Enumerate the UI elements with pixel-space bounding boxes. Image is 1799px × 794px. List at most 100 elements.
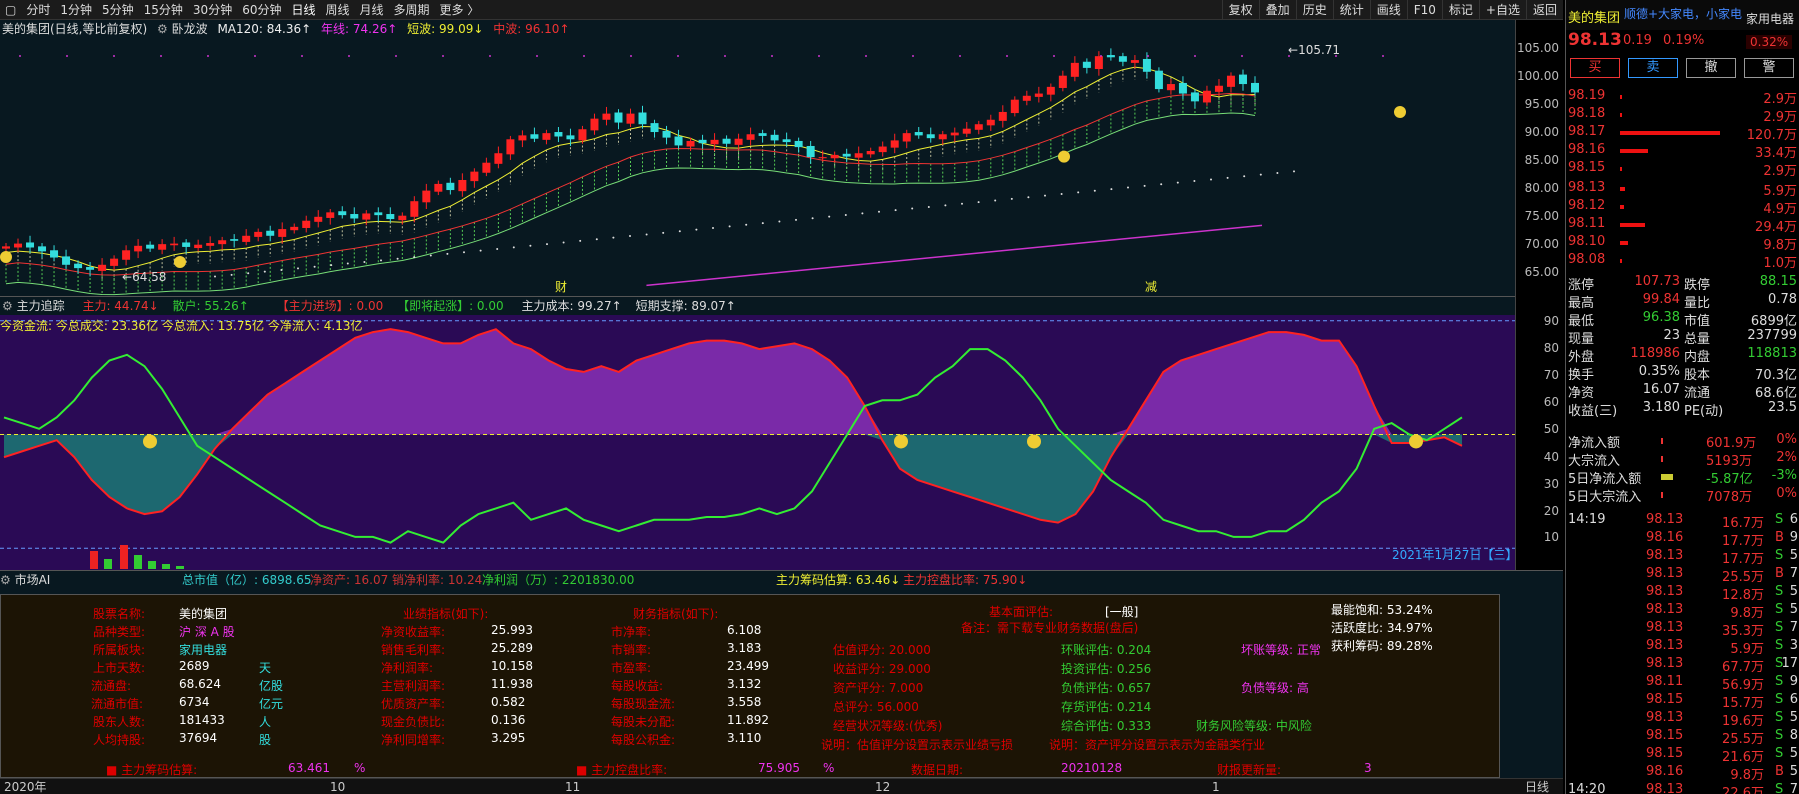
tick-price: 98.16 xyxy=(1646,764,1684,779)
ai-gear-icon[interactable]: ⚙ xyxy=(0,573,11,587)
col3-value: 11.892 xyxy=(727,713,769,727)
ma120-dot xyxy=(612,236,615,239)
tab-daily[interactable]: 日线 xyxy=(286,0,320,20)
top-dot xyxy=(395,55,397,57)
top-dot xyxy=(19,55,21,57)
tab-15min[interactable]: 15分钟 xyxy=(139,0,188,20)
ma120-dot xyxy=(380,259,382,262)
tab-more[interactable]: 更多 〉 xyxy=(435,0,485,20)
ma120-dot xyxy=(1193,180,1196,183)
tick-row: 98.15 15.7万 S 6 xyxy=(1566,692,1799,711)
col1-label: 股票名称: xyxy=(93,607,146,621)
btn-add-watch[interactable]: +自选 xyxy=(1478,0,1526,20)
tick-row: 14:20 98.13 22.6万 S 7 xyxy=(1566,782,1799,794)
bid-row-volume: 5.9万 xyxy=(1763,184,1797,199)
tick-volume: 21.6万 xyxy=(1722,750,1764,765)
candle-body xyxy=(710,139,719,145)
tick-side: S xyxy=(1775,584,1784,599)
flow-value: 5193万 xyxy=(1706,454,1753,469)
tab-30min[interactable]: 30分钟 xyxy=(188,0,237,20)
tick-side: S xyxy=(1775,746,1784,761)
score-a: 资产评分: 7.000 xyxy=(833,681,924,695)
sector-name[interactable]: 家用电器 xyxy=(1746,10,1794,27)
btn-f10[interactable]: F10 xyxy=(1406,0,1442,20)
tick-side: B xyxy=(1775,566,1784,581)
candle-body xyxy=(146,244,155,249)
col1-unit: 亿股 xyxy=(259,679,284,693)
bid-row-price: 98.11 xyxy=(1568,216,1606,231)
tick-side: S xyxy=(1775,512,1784,527)
tab-fenshi[interactable]: 分时 xyxy=(21,0,55,20)
col2-label: 现金负债比: xyxy=(381,715,446,729)
ask-row-price: 98.15 xyxy=(1568,160,1606,175)
btn-history[interactable]: 历史 xyxy=(1295,0,1333,20)
top-dot xyxy=(1382,55,1384,57)
btn-back[interactable]: 返回 xyxy=(1525,0,1563,20)
stats-row: 外盘 118986 内盘 118813 xyxy=(1566,346,1799,365)
candle-body xyxy=(218,240,227,245)
ma120-dot xyxy=(795,218,797,221)
tick-price: 98.13 xyxy=(1646,512,1684,527)
ma120-dot xyxy=(629,235,631,238)
volume-bar xyxy=(176,566,184,569)
stock-name[interactable]: 美的集团 xyxy=(1568,7,1620,26)
col1-unit: 股 xyxy=(259,733,272,747)
top-dot xyxy=(1194,55,1196,57)
candle-body xyxy=(170,243,179,246)
tick-count: 5 xyxy=(1789,746,1798,761)
btn-stats[interactable]: 统计 xyxy=(1332,0,1370,20)
cancel-order-button[interactable]: 撤 xyxy=(1686,58,1736,78)
sell-button[interactable]: 卖 xyxy=(1628,58,1678,78)
period-selector[interactable]: 日线 xyxy=(1525,779,1549,794)
t-axis-80: 80 xyxy=(1543,341,1559,355)
tick-side: B xyxy=(1775,764,1784,779)
kline-price-axis: 105.00 100.00 95.00 90.00 85.00 80.00 75… xyxy=(1515,20,1563,296)
buy-button[interactable]: 买 xyxy=(1570,58,1620,78)
menu-icon[interactable]: ▢ xyxy=(0,0,21,20)
stat-value-2: 0.78 xyxy=(1768,292,1797,307)
candle-body xyxy=(302,220,311,228)
tick-price: 98.15 xyxy=(1646,692,1684,707)
tab-weekly[interactable]: 周线 xyxy=(321,0,355,20)
tick-count: 6 xyxy=(1789,512,1798,527)
finance-marker: 财 xyxy=(555,280,568,294)
right-stat: 获利筹码: 89.28% xyxy=(1331,639,1433,653)
btn-overlay[interactable]: 叠加 xyxy=(1258,0,1296,20)
candle-body xyxy=(206,243,215,246)
volume-bar xyxy=(134,555,142,569)
tick-side: S xyxy=(1775,692,1784,707)
tick-side: S xyxy=(1775,638,1784,653)
bid-row: 98.08 1.0万 xyxy=(1566,252,1799,271)
cost-value: 主力成本: 99.27↑ xyxy=(521,299,622,313)
tab-60min[interactable]: 60分钟 xyxy=(237,0,286,20)
tracker-gear-icon[interactable]: ⚙ xyxy=(2,299,13,313)
tab-multi[interactable]: 多周期 xyxy=(389,0,435,20)
kline-pane[interactable]: 美的集团(日线,等比前复权) ⚙ 卧龙波 MA120: 84.36↑ 年线: 7… xyxy=(0,20,1515,296)
alert-button[interactable]: 警 xyxy=(1744,58,1794,78)
stat-value: 99.84 xyxy=(1642,292,1680,307)
smiley-icon xyxy=(174,255,186,268)
candle-body xyxy=(674,136,683,146)
ma120-dot xyxy=(662,231,665,234)
concept-tags[interactable]: 顺德+大家电，小家电 xyxy=(1624,5,1742,22)
tick-price: 98.13 xyxy=(1646,602,1684,617)
tick-volume: 22.6万 xyxy=(1722,786,1764,794)
tick-side: B xyxy=(1775,530,1784,545)
btn-fuquan[interactable]: 复权 xyxy=(1221,0,1259,20)
tracker-pane[interactable]: ⚙ 主力追踪 主力: 44.74↓ 散户: 55.26↑ 【主力进场】: 0.0… xyxy=(0,296,1517,570)
quote-header: 美的集团 顺德+大家电，小家电 家用电器 xyxy=(1566,0,1799,30)
tab-5min[interactable]: 5分钟 xyxy=(97,0,139,20)
ask-row-volume: 2.9万 xyxy=(1763,110,1797,125)
btn-mark[interactable]: 标记 xyxy=(1441,0,1479,20)
btn-draw[interactable]: 画线 xyxy=(1369,0,1407,20)
tab-1min[interactable]: 1分钟 xyxy=(55,0,97,20)
col2-label: 净利同增率: xyxy=(381,733,446,747)
fund-flow-line: 今资金流: 今总成交: 23.36亿 今总流入: 13.75亿 今净流入: 4.… xyxy=(0,319,363,333)
stat-value-2: 118813 xyxy=(1747,346,1797,361)
indicator-gear-icon[interactable]: ⚙ xyxy=(157,22,168,36)
candle-body xyxy=(38,246,47,252)
tab-monthly[interactable]: 月线 xyxy=(355,0,389,20)
trade-buttons: 买 卖 撤 警 xyxy=(1566,58,1799,80)
ma120-value: MA120: 84.36↑ xyxy=(217,22,312,36)
stat-label: 换手 xyxy=(1568,368,1595,383)
